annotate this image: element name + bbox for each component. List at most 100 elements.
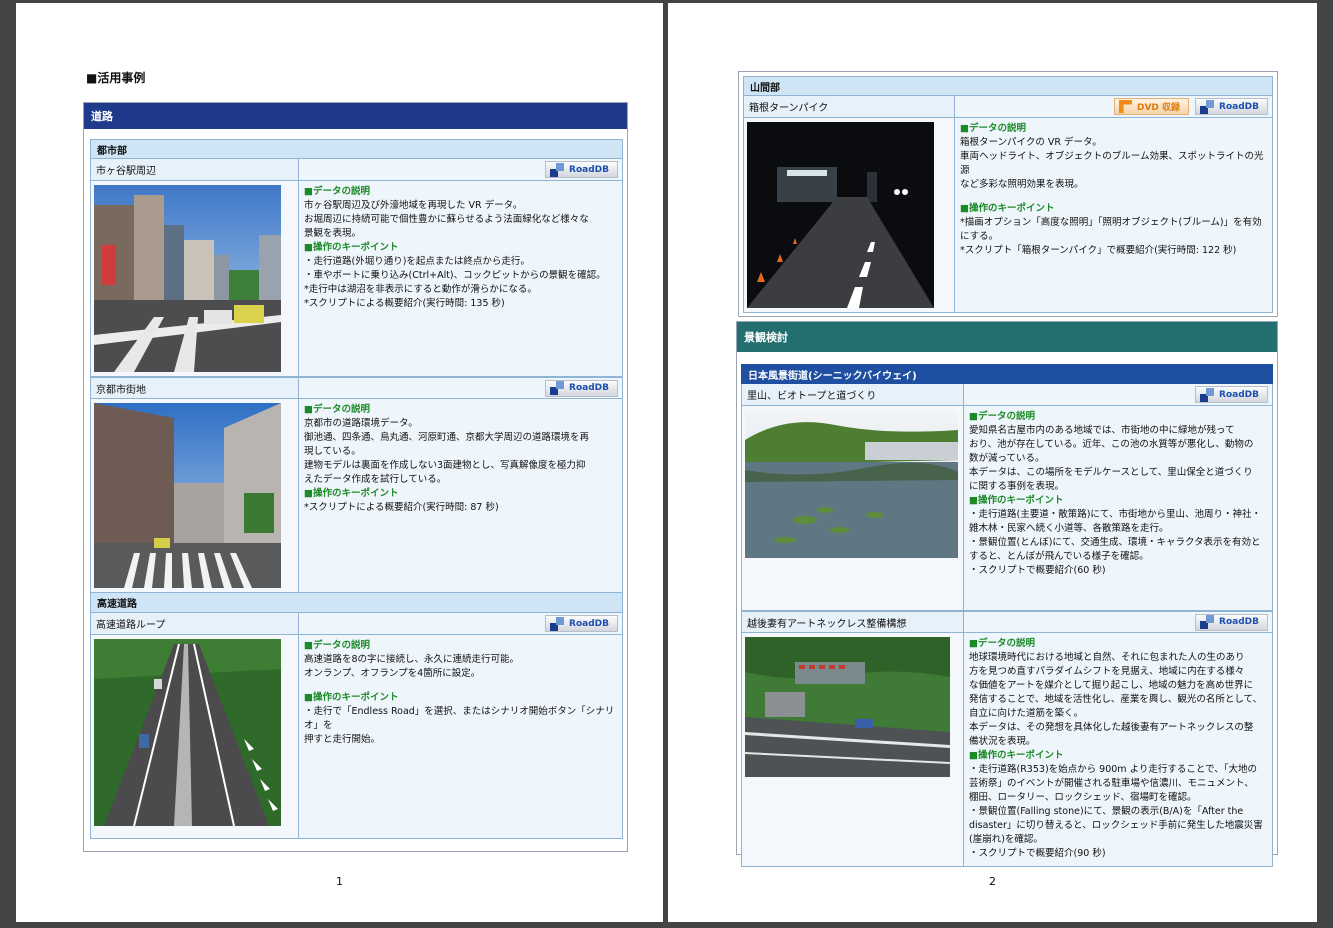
desc-heading: ■データの説明 <box>969 638 1035 649</box>
roaddb-badge[interactable]: RoadDB <box>1195 386 1268 403</box>
desc-heading: ■データの説明 <box>969 411 1035 422</box>
expressway-loop-image <box>94 639 281 826</box>
entry-body: ■データの説明 市ヶ谷駅周辺及び外濠地域を再現した VR データ。 お堀周辺に持… <box>90 181 623 377</box>
ops-heading: ■操作のキーポイント <box>304 692 399 703</box>
ops-line: すると、とんぼが飛んでいる様子を確認。 <box>969 551 1149 562</box>
entry-name: 越後妻有アートネックレス整備構想 <box>742 612 964 632</box>
roaddb-badge[interactable]: RoadDB <box>1195 98 1268 115</box>
section-title: 景観検討 <box>737 322 1277 352</box>
satoyama-pond-image <box>745 410 958 558</box>
kyoto-city-image <box>94 403 281 588</box>
desc-line: な価値をアートを媒介として掘り起こし、地域の魅力を高め世界に <box>969 680 1254 691</box>
entry-header: 市ヶ谷駅周辺 RoadDB <box>90 159 623 181</box>
desc-line: 地球環境時代における地域と自然、それに包まれた人の生のあり <box>969 652 1245 663</box>
desc-line: など多彩な照明効果を表現。 <box>960 179 1084 190</box>
entry-header: 高速道路ループ RoadDB <box>90 613 623 635</box>
entry-name: 箱根ターンパイク <box>744 96 955 117</box>
ichigaya-city-image <box>94 185 281 372</box>
ops-line: *スクリプト「箱根ターンパイク」で概要紹介(実行時間: 122 秒) <box>960 245 1237 256</box>
entry-name: 里山、ビオトープと道づくり <box>742 384 964 405</box>
entry-body: ■データの説明 愛知県名古屋市内のある地域では、市街地の中に緑地が残って おり、… <box>741 406 1273 611</box>
ops-heading: ■操作のキーポイント <box>304 488 399 499</box>
page-number: 2 <box>989 875 996 888</box>
group-title: 都市部 <box>90 139 623 159</box>
entry-name: 市ヶ谷駅周辺 <box>91 159 299 180</box>
document-page-2: 山間部 箱根ターンパイク DVD 収録 RoadDB ■データの説明 箱根ターン… <box>668 3 1317 922</box>
roaddb-icon <box>1200 99 1215 114</box>
desc-heading: ■データの説明 <box>304 186 370 197</box>
ops-line: 棚田、ロータリー、ロックシェッド、宿場町を確認。 <box>969 792 1197 803</box>
desc-line: 車両ヘッドライト、オブジェクトのブルーム効果、スポットライトの光源 <box>960 151 1264 176</box>
section-landscape: 景観検討 日本風景街道(シーニックバイウェイ) 里山、ビオトープと道づくり Ro… <box>736 321 1278 867</box>
entry-header: 越後妻有アートネックレス整備構想 RoadDB <box>741 611 1273 633</box>
ops-line: ・走行道路(R353)を始点から 900m より走行することで、「大地の <box>969 764 1257 775</box>
desc-line: 発信することで、地域を活性化し、産業を興し、観光の名所として、 <box>969 694 1263 705</box>
ops-line: disaster」に切り替えると、ロックシェッド手前に発生した地震災害 <box>969 820 1263 831</box>
ops-line: 押すと走行開始。 <box>304 734 381 745</box>
roaddb-icon <box>1200 387 1215 402</box>
ops-line: ・景観位置(Falling stone)にて、景観の表示(B/A)を「After… <box>969 806 1244 817</box>
roaddb-icon <box>1200 615 1215 629</box>
roaddb-icon <box>550 381 565 395</box>
desc-line: 自立に向けた道筋を築く。 <box>969 708 1084 719</box>
page-heading: ■活用事例 <box>86 71 146 85</box>
group-title: 日本風景街道(シーニックバイウェイ) <box>741 364 1273 384</box>
section-mountain: 山間部 箱根ターンパイク DVD 収録 RoadDB ■データの説明 箱根ターン… <box>738 71 1278 317</box>
ops-line: 雑木林・民家へ続く小道等、各散策路を走行。 <box>969 523 1169 534</box>
entry-header: 里山、ビオトープと道づくり RoadDB <box>741 384 1273 406</box>
entry-body: ■データの説明 京都市の道路環境データ。 御池通、四条通、烏丸通、河原町通、京都… <box>90 399 623 593</box>
entry-header: 箱根ターンパイク DVD 収録 RoadDB <box>743 96 1273 118</box>
desc-line: 現している。 <box>304 446 361 457</box>
desc-line: 高速道路を8の字に接続し、永久に連続走行可能。 <box>304 654 520 665</box>
roaddb-badge[interactable]: RoadDB <box>1195 613 1268 631</box>
roaddb-icon <box>550 162 565 177</box>
ops-line: ・車やボートに乗り込み(Ctrl+Alt)、コックピットからの景観を確認。 <box>304 270 606 281</box>
desc-line: 箱根ターンパイクの VR データ。 <box>960 137 1102 148</box>
dvd-icon <box>1118 100 1132 113</box>
ops-line: (崖崩れ)を確認。 <box>969 834 1043 845</box>
entry-name: 京都市街地 <box>91 378 299 398</box>
ops-line: *スクリプトによる概要紹介(実行時間: 87 秒) <box>304 502 499 513</box>
desc-heading: ■データの説明 <box>304 404 370 415</box>
desc-line: 市ヶ谷駅周辺及び外濠地域を再現した VR データ。 <box>304 200 523 211</box>
group-title: 山間部 <box>743 76 1273 96</box>
desc-line: お堀周辺に持続可能で個性豊かに蘇らせるよう法面緑化など様々な <box>304 214 589 225</box>
roaddb-badge[interactable]: RoadDB <box>545 379 618 397</box>
ops-line: ・走行道路(外堀り通り)を起点または終点から走行。 <box>304 256 530 267</box>
ops-heading: ■操作のキーポイント <box>304 242 399 253</box>
desc-line: 備状況を表現。 <box>969 736 1036 747</box>
entry-header: 京都市街地 RoadDB <box>90 377 623 399</box>
roaddb-icon <box>550 616 565 631</box>
entry-name: 高速道路ループ <box>91 613 299 634</box>
page-number: 1 <box>336 875 343 888</box>
ops-line: *走行中は湖沼を非表示にすると動作が滑らかになる。 <box>304 284 537 295</box>
ops-line: ・スクリプトで概要紹介(60 秒) <box>969 565 1106 576</box>
echigo-tsumari-image <box>745 637 950 777</box>
desc-line: えたデータ作成を試行している。 <box>304 474 447 485</box>
ops-line: 芸術祭」のイベントが開催される駐車場や信濃川、モニュメント、 <box>969 778 1254 789</box>
entry-body: ■データの説明 地球環境時代における地域と自然、それに包まれた人の生のあり 方を… <box>741 633 1273 867</box>
roaddb-badge[interactable]: RoadDB <box>545 615 618 632</box>
ops-line: ・走行道路(主要道・散策路)にて、市街地から里山、池周り・神社・ <box>969 509 1261 520</box>
desc-line: 愛知県名古屋市内のある地域では、市街地の中に緑地が残って <box>969 425 1235 436</box>
desc-line: おり、池が存在している。近年、この池の水質等が悪化し、動物の <box>969 439 1254 450</box>
desc-line: 景観を表現。 <box>304 228 362 239</box>
ops-heading: ■操作のキーポイント <box>960 203 1055 214</box>
ops-line: *描画オプション「高度な照明」「照明オブジェクト(ブルーム)」を有効 <box>960 217 1262 228</box>
desc-line: 建物モデルは裏面を作成しない3面建物とし、写真解像度を極力抑 <box>304 460 586 471</box>
group-title: 高速道路 <box>90 593 623 613</box>
ops-line: *スクリプトによる概要紹介(実行時間: 135 秒) <box>304 298 505 309</box>
roaddb-badge[interactable]: RoadDB <box>545 161 618 178</box>
section-title: 道路 <box>84 103 627 129</box>
desc-line: 御池通、四条通、烏丸通、河原町通、京都大学周辺の道路環境を再 <box>304 432 590 443</box>
entry-body: ■データの説明 箱根ターンパイクの VR データ。 車両ヘッドライト、オブジェク… <box>743 118 1273 313</box>
desc-heading: ■データの説明 <box>304 640 370 651</box>
section-road: 道路 都市部 市ヶ谷駅周辺 RoadDB ■データの説明 市ヶ谷駅周辺及び外濠地… <box>83 102 628 852</box>
document-page-1: ■活用事例 道路 都市部 市ヶ谷駅周辺 RoadDB ■データの説明 市ヶ谷駅周… <box>16 3 663 922</box>
ops-line: ・景観位置(とんぼ)にて、交通生成、環境・キャラクタ表示を有効と <box>969 537 1261 548</box>
dvd-badge[interactable]: DVD 収録 <box>1113 98 1190 115</box>
desc-heading: ■データの説明 <box>960 123 1026 134</box>
desc-line: オンランプ、オフランプを4箇所に設定。 <box>304 668 481 679</box>
ops-line: ・スクリプトで概要紹介(90 秒) <box>969 848 1106 859</box>
desc-line: に関する事例を表現。 <box>969 481 1065 492</box>
